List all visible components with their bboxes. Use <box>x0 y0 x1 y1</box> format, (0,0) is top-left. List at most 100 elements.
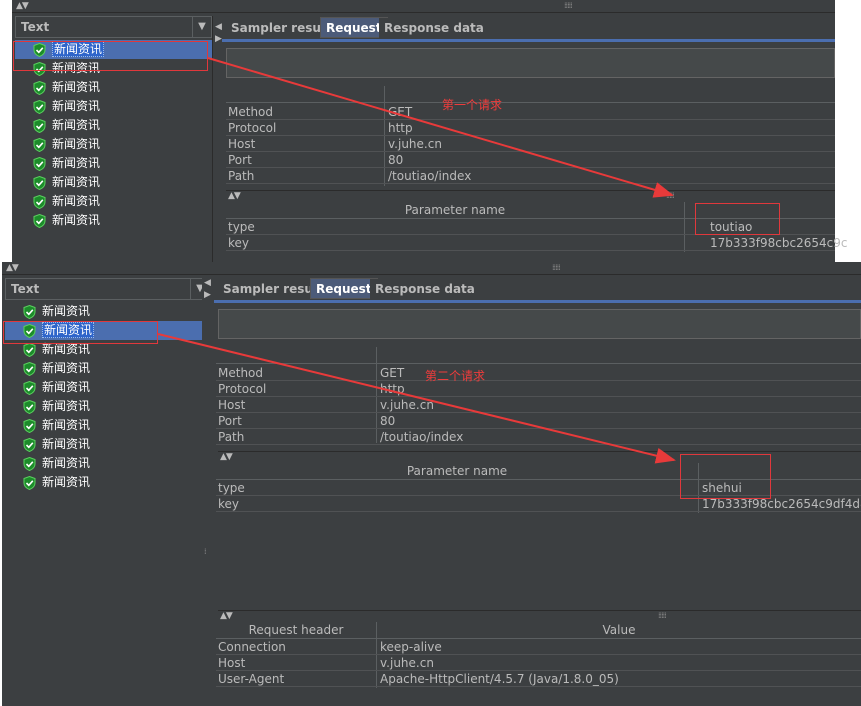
success-shield-icon <box>33 118 46 133</box>
cell-value: /toutiao/index <box>380 430 464 444</box>
table-row[interactable]: Method GET <box>216 365 861 381</box>
success-shield-icon <box>33 137 46 152</box>
tree-item[interactable]: 新闻资讯 <box>15 211 212 230</box>
table-row[interactable]: Path/toutiao/index <box>226 168 835 184</box>
expand-left-icon[interactable]: ◀ <box>204 278 211 288</box>
splitter-grip[interactable]: ⁞⁞⁞⁞⁞ <box>658 452 667 461</box>
splitter-grip[interactable]: ⁞ <box>204 547 206 556</box>
tree-item[interactable]: 新闻资讯 <box>5 378 202 397</box>
tab-request[interactable]: Request <box>310 278 378 299</box>
tree-filter-label: Text <box>11 282 40 296</box>
vertical-divider[interactable]: ◀ ▶ ⁞ <box>202 277 212 704</box>
expand-right-icon[interactable]: ▶ <box>204 290 211 300</box>
success-shield-icon <box>23 342 36 357</box>
table-row[interactable]: Path/toutiao/index <box>216 429 861 445</box>
param-name-header[interactable]: Parameter name <box>226 202 684 219</box>
cell-value: v.juhe.cn <box>380 656 434 670</box>
request-url-box[interactable] <box>226 48 835 78</box>
tree-item[interactable]: 新闻资讯 <box>15 192 212 211</box>
cell-key: Method <box>218 366 264 380</box>
tree-item[interactable]: 新闻资讯 <box>5 454 202 473</box>
tree-item-label: 新闻资讯 <box>52 194 101 208</box>
tree-item-label: 新闻资讯 <box>52 137 101 151</box>
success-shield-icon <box>23 304 36 319</box>
splitter-grip[interactable]: ⁞⁞⁞⁞⁞ <box>666 191 675 200</box>
cell-value: GET <box>388 105 413 119</box>
request-table: Method GET Protocol http Host v.juhe.cn Port 80… <box>216 347 861 447</box>
tree-item[interactable]: 新闻资讯 <box>15 97 212 116</box>
request-table-header <box>216 347 861 364</box>
tree-item-label: 新闻资讯 <box>42 380 91 394</box>
table-row[interactable]: Protocol http <box>226 120 835 136</box>
table-row[interactable]: Port 80 <box>216 413 861 429</box>
table-row[interactable]: Host v.juhe.cn <box>226 136 835 152</box>
tree-item[interactable]: 新闻资讯 <box>15 173 212 192</box>
tree-item-label: 新闻资讯 <box>42 399 91 413</box>
chevron-down-icon[interactable]: ▼ <box>192 17 211 37</box>
table-row[interactable]: User-Agent Apache-HttpClient/4.5.7 (Java/… <box>216 671 861 687</box>
tree-item[interactable]: 新闻资讯 <box>15 116 212 135</box>
request-header-col[interactable]: Request header <box>216 622 376 639</box>
table-row[interactable]: Host v.juhe.cn <box>216 397 861 413</box>
splitter-grip[interactable]: ⁞⁞⁞⁞⁞ <box>658 611 667 620</box>
expand-right-icon[interactable]: ▶ <box>215 34 222 44</box>
table-row[interactable]: Protocol http <box>216 381 861 397</box>
table-row[interactable]: Method GET <box>226 104 835 120</box>
tree-item-label: 新闻资讯 <box>52 80 101 94</box>
tree-filter-label: Text <box>21 20 50 34</box>
cell-value: 80 <box>388 153 404 167</box>
cell-key: key <box>228 236 250 250</box>
splitter-grip[interactable]: ⁞⁞⁞⁞⁞ <box>552 263 561 272</box>
table-row[interactable]: Host v.juhe.cn <box>216 655 861 671</box>
tree-item-label: 新闻资讯 <box>42 456 91 470</box>
tree-item[interactable]: 新闻资讯 <box>5 416 202 435</box>
collapse-arrows[interactable]: ▲▼ <box>16 1 29 11</box>
tree-item[interactable]: 新闻资讯 <box>15 78 212 97</box>
value-header-col[interactable]: Value <box>377 622 861 639</box>
cell-key: Host <box>228 137 256 151</box>
tree-item[interactable]: 新闻资讯 <box>5 397 202 416</box>
tree-item-label: 新闻资讯 <box>52 175 101 189</box>
section-splitter[interactable]: ▲▼ ⁞⁞⁞⁞⁞ <box>226 190 835 201</box>
tab-response-data[interactable]: Response data <box>370 279 480 300</box>
tree-item[interactable]: 新闻资讯 <box>5 359 202 378</box>
success-shield-icon <box>23 361 36 376</box>
tree-item[interactable]: 新闻资讯 <box>5 302 202 321</box>
tree-filter-combo[interactable]: Text ▼ <box>5 278 210 300</box>
collapse-arrows[interactable]: ▲▼ <box>228 191 241 201</box>
cell-value: keep-alive <box>380 640 442 654</box>
table-row[interactable]: Connection keep-alive <box>216 639 861 655</box>
cell-value: v.juhe.cn <box>388 137 442 151</box>
table-row[interactable]: Port 80 <box>226 152 835 168</box>
top-splitter-bar[interactable]: ▲▼ ⁞⁞⁞⁞⁞ <box>12 0 835 13</box>
annotation-second-request: 第二个请求 <box>425 369 486 383</box>
table-row[interactable]: key 17b333f98cbc2654c9c <box>226 235 847 251</box>
tree-item-label: 新闻资讯 <box>52 213 101 227</box>
tab-request[interactable]: Request <box>320 17 388 38</box>
param-name-header[interactable]: Parameter name <box>216 463 698 480</box>
success-shield-icon <box>33 80 46 95</box>
tree-filter-combo[interactable]: Text ▼ <box>15 16 212 38</box>
cell-value: http <box>380 382 405 396</box>
cell-value: v.juhe.cn <box>380 398 434 412</box>
highlight-box-param <box>695 203 780 235</box>
tab-response-data[interactable]: Response data <box>379 18 489 39</box>
collapse-arrows[interactable]: ▲▼ <box>220 452 233 462</box>
collapse-arrows[interactable]: ▲▼ <box>6 263 19 273</box>
success-shield-icon <box>23 418 36 433</box>
bottom-splitter-bar[interactable]: ▲▼ ⁞⁞⁞⁞⁞ <box>2 262 861 275</box>
success-shield-icon <box>33 194 46 209</box>
success-shield-icon <box>33 99 46 114</box>
cell-key: type <box>228 220 255 234</box>
tree-item[interactable]: 新闻资讯 <box>5 435 202 454</box>
cell-key: Path <box>218 430 245 444</box>
collapse-arrows[interactable]: ▲▼ <box>220 611 233 621</box>
splitter-grip[interactable]: ⁞⁞⁞⁞⁞ <box>564 1 573 10</box>
cell-value: GET <box>380 366 405 380</box>
tree-item[interactable]: 新闻资讯 <box>5 473 202 492</box>
section-splitter[interactable]: ▲▼ ⁞⁞⁞⁞⁞ <box>218 610 861 621</box>
tree-item[interactable]: 新闻资讯 <box>15 135 212 154</box>
expand-left-icon[interactable]: ◀ <box>215 22 222 32</box>
request-url-box[interactable] <box>218 309 861 339</box>
tree-item[interactable]: 新闻资讯 <box>15 154 212 173</box>
